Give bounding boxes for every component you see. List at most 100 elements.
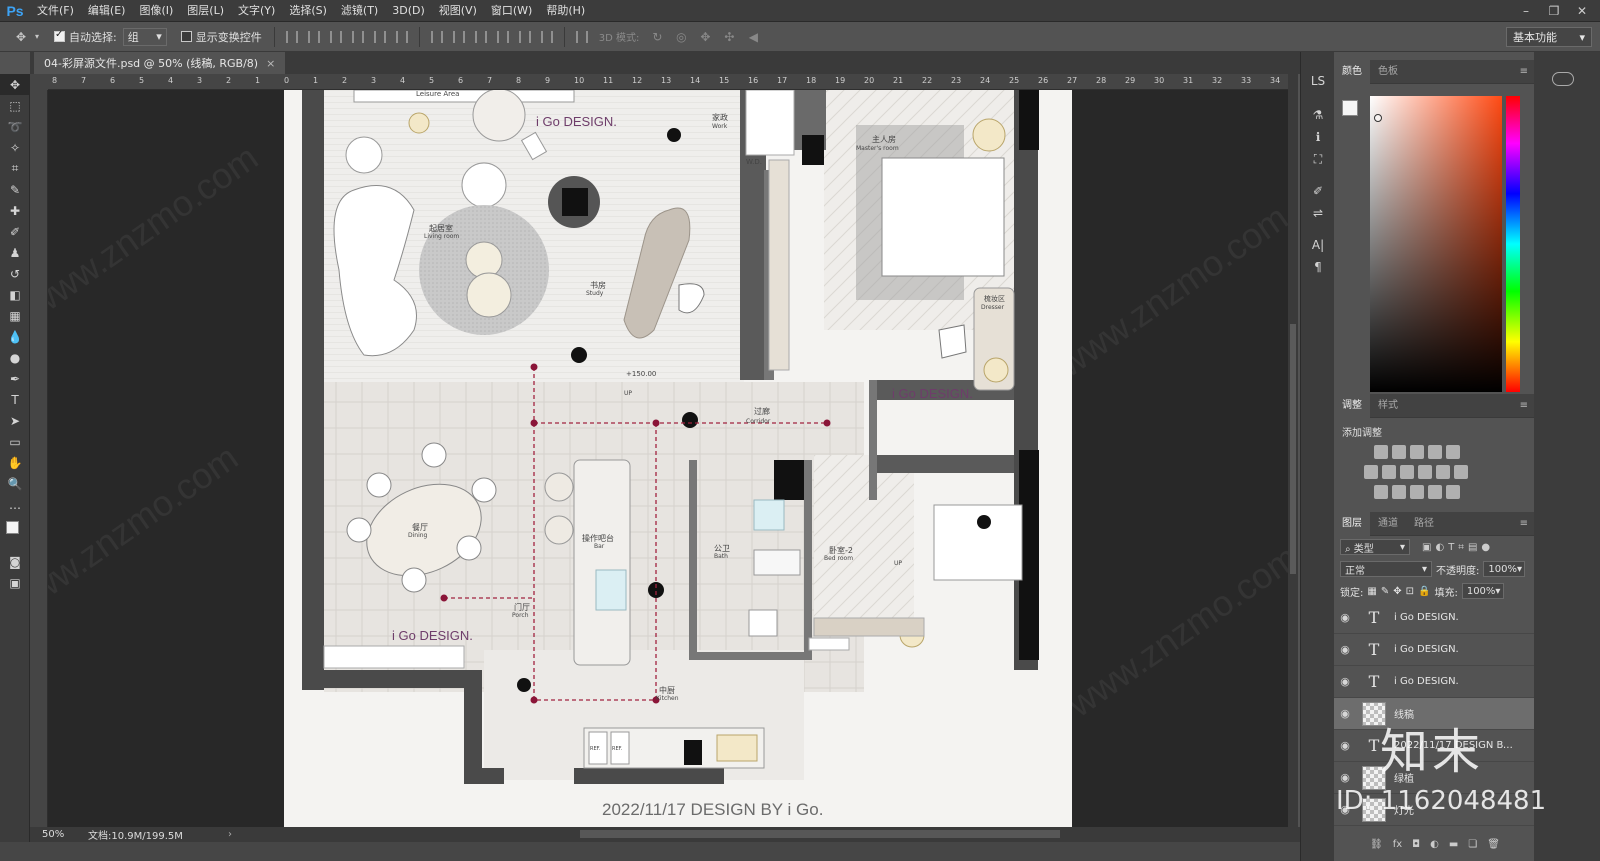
zoom-level[interactable]: 50% <box>30 829 78 840</box>
tab-channels[interactable]: 通道 <box>1370 512 1406 536</box>
panel-menu-icon[interactable]: ≡ <box>1520 66 1528 77</box>
add-mask-icon[interactable]: ◘ <box>1412 839 1420 850</box>
info-panel-icon[interactable]: ℹ <box>1301 126 1335 148</box>
tab-paths[interactable]: 路径 <box>1406 512 1442 536</box>
menu-window[interactable]: 窗口(W) <box>484 0 539 22</box>
menu-edit[interactable]: 编辑(E) <box>81 0 133 22</box>
exposure-icon[interactable] <box>1428 445 1442 459</box>
panel-menu-icon[interactable]: ≡ <box>1520 400 1528 411</box>
color-lookup-icon[interactable] <box>1454 465 1468 479</box>
rotate-3d-icon[interactable]: ↻ <box>650 30 664 44</box>
visibility-eye-icon[interactable]: ◉ <box>1334 611 1356 624</box>
visibility-eye-icon[interactable]: ◉ <box>1334 643 1356 656</box>
vibrance-icon[interactable] <box>1446 445 1460 459</box>
scale-3d-icon[interactable]: ◀ <box>746 30 760 44</box>
curves-icon[interactable] <box>1410 445 1424 459</box>
levels-icon[interactable] <box>1392 445 1406 459</box>
visibility-eye-icon[interactable]: ◉ <box>1334 675 1356 688</box>
filter-type-icon[interactable]: T <box>1448 542 1454 553</box>
threshold-icon[interactable] <box>1410 485 1424 499</box>
visibility-eye-icon[interactable]: ◉ <box>1334 739 1356 752</box>
filter-adjust-icon[interactable]: ◐ <box>1435 542 1444 553</box>
restore-icon[interactable]: ❐ <box>1540 0 1568 22</box>
tab-color[interactable]: 颜色 <box>1334 59 1370 84</box>
black-white-icon[interactable] <box>1400 465 1414 479</box>
brush-preset-icon[interactable]: ⇌ <box>1301 202 1335 224</box>
menu-file[interactable]: 文件(F) <box>30 0 81 22</box>
channel-mixer-icon[interactable] <box>1436 465 1450 479</box>
visibility-eye-icon[interactable]: ◉ <box>1334 771 1356 784</box>
show-transform-checkbox[interactable] <box>180 31 192 42</box>
panel-menu-icon[interactable]: ≡ <box>1520 518 1528 529</box>
move-tool-icon[interactable]: ✥ <box>0 74 30 95</box>
color-swatches[interactable] <box>0 515 30 551</box>
align-vcenter-icon[interactable] <box>307 30 320 43</box>
layer-row[interactable]: ◉ T i Go DESIGN. <box>1334 634 1534 666</box>
new-group-icon[interactable]: ▬ <box>1449 839 1458 850</box>
align-left-icon[interactable] <box>351 30 364 43</box>
dodge-tool-icon[interactable]: ● <box>0 347 30 368</box>
layer-name[interactable]: i Go DESIGN. <box>1394 644 1514 655</box>
brightness-icon[interactable] <box>1374 445 1388 459</box>
lock-all-icon[interactable]: 🔒 <box>1418 586 1430 597</box>
screen-mode-icon[interactable]: ▣ <box>0 572 30 593</box>
eraser-tool-icon[interactable]: ◧ <box>0 284 30 305</box>
character-panel-icon[interactable]: A| <box>1301 234 1335 256</box>
color-picker-field[interactable] <box>1370 96 1502 392</box>
align-bottom-icon[interactable] <box>329 30 342 43</box>
paragraph-panel-icon[interactable]: ¶ <box>1301 256 1335 278</box>
align-top-icon[interactable] <box>285 30 298 43</box>
crop-tool-icon[interactable]: ⌗ <box>0 158 30 179</box>
menu-help[interactable]: 帮助(H) <box>539 0 592 22</box>
posterize-icon[interactable] <box>1392 485 1406 499</box>
filter-shape-icon[interactable]: ⌗ <box>1458 542 1464 553</box>
move-tool-icon[interactable]: ✥ <box>14 30 28 44</box>
photo-filter-icon[interactable] <box>1418 465 1432 479</box>
link-layers-icon[interactable]: ⛓ <box>1370 839 1383 850</box>
horizontal-scrollbar[interactable] <box>580 830 1060 838</box>
close-window-icon[interactable]: ✕ <box>1568 0 1596 22</box>
stamp-tool-icon[interactable]: ♟ <box>0 242 30 263</box>
eyedropper-tool-icon[interactable]: ✎ <box>0 179 30 200</box>
lock-paint-icon[interactable]: ✎ <box>1381 586 1389 597</box>
menu-layer[interactable]: 图层(L) <box>180 0 231 22</box>
workspace-dropdown[interactable]: 基本功能 ▾ <box>1506 27 1592 47</box>
layer-row[interactable]: ◉ T i Go DESIGN. <box>1334 602 1534 634</box>
filter-smart-icon[interactable]: ▤ <box>1468 542 1477 553</box>
new-layer-icon[interactable]: ❏ <box>1468 839 1477 850</box>
chevron-right-icon[interactable]: › <box>228 829 232 840</box>
tab-styles[interactable]: 样式 <box>1370 394 1406 418</box>
tab-layers[interactable]: 图层 <box>1334 511 1370 536</box>
invert-icon[interactable] <box>1374 485 1388 499</box>
more-tools-icon[interactable]: … <box>0 494 30 515</box>
fill-field[interactable]: 100% ▾ <box>1461 583 1504 599</box>
cloud-libraries-icon[interactable] <box>1552 72 1574 86</box>
filter-toggle-icon[interactable]: ● <box>1481 542 1490 553</box>
brush-tool-icon[interactable]: ✐ <box>0 221 30 242</box>
roll-3d-icon[interactable]: ◎ <box>674 30 688 44</box>
lock-transparency-icon[interactable]: ▦ <box>1367 586 1376 597</box>
lock-position-icon[interactable]: ✥ <box>1393 586 1401 597</box>
align-right-icon[interactable] <box>395 30 408 43</box>
hand-tool-icon[interactable]: ✋ <box>0 452 30 473</box>
hue-saturation-icon[interactable] <box>1364 465 1378 479</box>
color-balance-icon[interactable] <box>1382 465 1396 479</box>
distribute-left-icon[interactable] <box>496 30 509 43</box>
gradient-map-icon[interactable] <box>1446 485 1460 499</box>
visibility-eye-icon[interactable]: ◉ <box>1334 707 1356 720</box>
menu-3d[interactable]: 3D(D) <box>385 0 432 22</box>
document-tab[interactable]: 04-彩屏源文件.psd @ 50% (线稿, RGB/8) × <box>34 52 286 74</box>
drag-3d-icon[interactable]: ✥ <box>698 30 712 44</box>
opacity-field[interactable]: 100% ▾ <box>1483 561 1526 577</box>
menu-view[interactable]: 视图(V) <box>432 0 484 22</box>
rectangle-tool-icon[interactable]: ▭ <box>0 431 30 452</box>
lasso-tool-icon[interactable]: ➰ <box>0 116 30 137</box>
healing-brush-tool-icon[interactable]: ✚ <box>0 200 30 221</box>
align-hcenter-icon[interactable] <box>373 30 386 43</box>
menu-select[interactable]: 选择(S) <box>282 0 334 22</box>
history-panel-icon[interactable]: LS <box>1301 70 1335 92</box>
canvas-area[interactable]: www.znzmo.com www.znzmo.com www.znzmo.co… <box>48 90 1288 827</box>
vertical-scrollbar[interactable] <box>1288 74 1298 827</box>
path-select-tool-icon[interactable]: ➤ <box>0 410 30 431</box>
color-marker[interactable] <box>1374 114 1382 122</box>
